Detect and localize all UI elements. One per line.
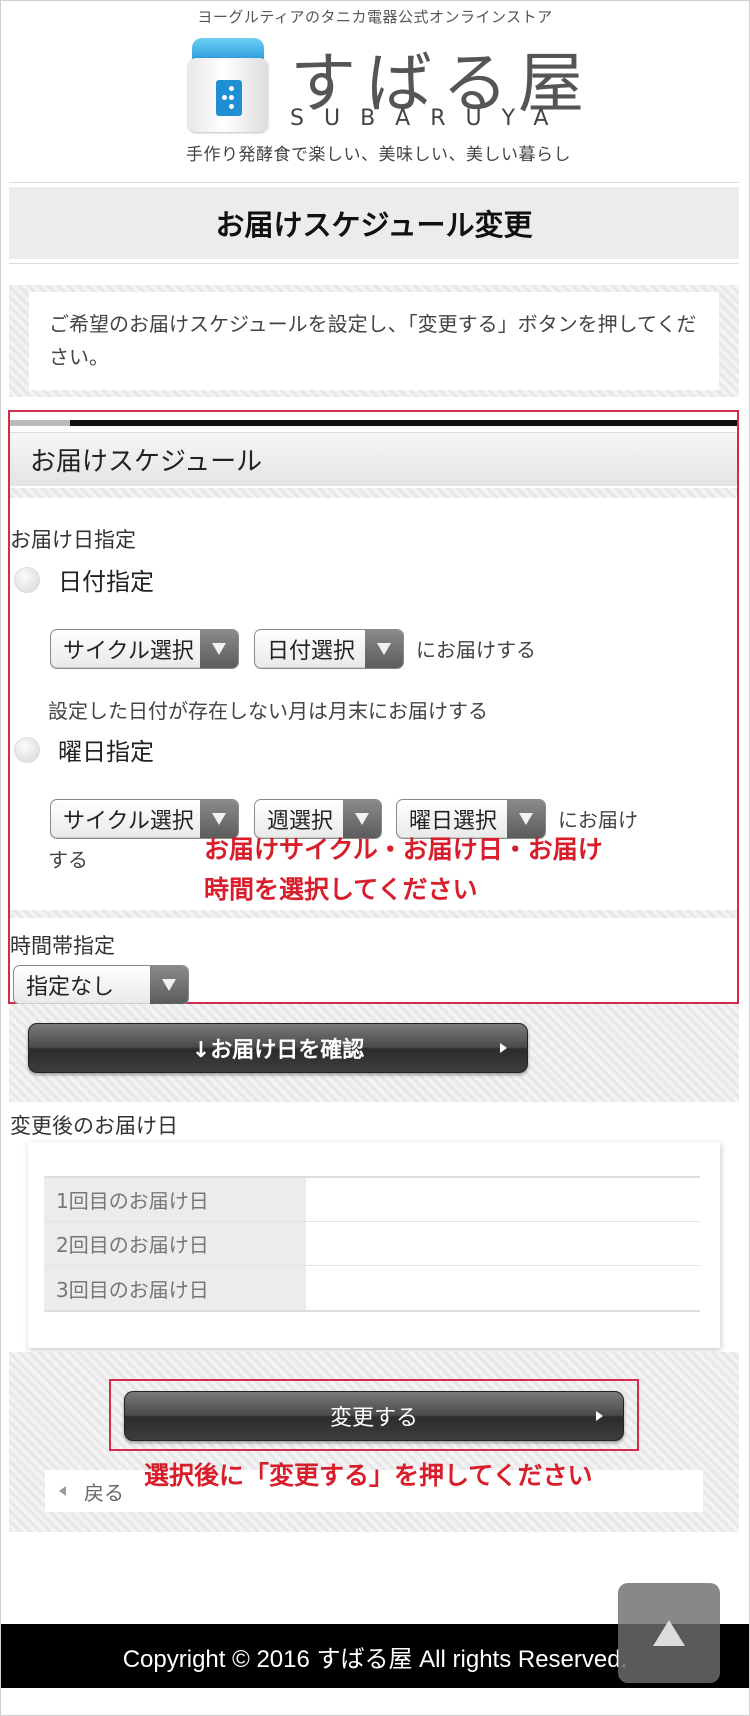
intro-panel: ご希望のお届けスケジュールを設定し、「変更する」ボタンを押してください。: [9, 285, 739, 397]
radio-button[interactable]: [14, 736, 40, 763]
date-suffix-text: にお届けする: [416, 638, 536, 662]
confirm-area: ↓お届け日を確認: [9, 1004, 739, 1102]
date-note-text: 設定した日付が存在しない月は月末にお届けする: [48, 699, 488, 723]
chevron-down-icon: [365, 630, 403, 668]
yogurt-jar-logo-icon[interactable]: [188, 38, 268, 132]
dates-table: 1回目のお届け日 2回目のお届け日 3回目のお届け日: [44, 1176, 700, 1312]
logo-slogan: 手作り発酵食で楽しい、美味しい、美しい暮らし: [186, 145, 571, 165]
cycle-select-date[interactable]: サイクル選択: [50, 629, 239, 669]
weekday-suffix-text-2: する: [48, 848, 88, 872]
time-select[interactable]: 指定なし: [13, 965, 189, 1005]
intro-text: ご希望のお届けスケジュールを設定し、「変更する」ボタンを押してください。: [29, 292, 719, 390]
right-triangle-icon: [500, 1043, 507, 1053]
annotation-select-hint-2: 時間を選択してください: [204, 876, 478, 904]
store-tagline: ヨーグルティアのタニカ電器公式オンラインストア: [197, 8, 553, 26]
weekday-suffix-text: にお届け: [558, 808, 638, 832]
select-value: 指定なし: [26, 975, 115, 1000]
divider: [9, 182, 739, 183]
select-value: サイクル選択: [63, 809, 194, 834]
divider: [10, 488, 737, 498]
radio-weekday-label: 曜日指定: [58, 738, 154, 766]
schedule-heading: お届けスケジュール: [10, 432, 737, 486]
divider: [9, 263, 739, 264]
divider: [10, 910, 737, 918]
back-link-label: 戻る: [84, 1480, 124, 1505]
annotation-select-hint: お届けサイクル・お届け日・お届け: [204, 836, 603, 864]
radio-date-option[interactable]: 日付指定: [14, 562, 154, 597]
schedule-section: お届けスケジュール お届け日指定 日付指定 サイクル選択 日付選択 にお届けする…: [8, 410, 739, 1005]
dates-card: 1回目のお届け日 2回目のお届け日 3回目のお届け日: [28, 1142, 720, 1348]
up-triangle-icon[interactable]: [618, 1583, 720, 1683]
select-value: サイクル選択: [63, 639, 194, 664]
row-header: 3回目のお届け日: [44, 1266, 306, 1310]
table-row: 3回目のお届け日: [44, 1266, 700, 1310]
page-title: お届けスケジュール変更: [9, 187, 739, 259]
confirm-dates-button[interactable]: ↓お届け日を確認: [28, 1023, 528, 1073]
row-header: 1回目のお届け日: [44, 1178, 306, 1221]
annotation-change-hint: 選択後に「変更する」を押してください: [144, 1462, 593, 1490]
button-label: 変更する: [329, 1406, 418, 1431]
table-row: 1回目のお届け日: [44, 1178, 700, 1222]
button-label: ↓お届け日を確認: [191, 1038, 365, 1063]
radio-date-label: 日付指定: [58, 568, 154, 596]
radio-button[interactable]: [14, 566, 40, 593]
radio-weekday-option[interactable]: 曜日指定: [14, 732, 154, 767]
select-value: 日付選択: [267, 639, 356, 664]
row-value: [306, 1222, 700, 1265]
left-triangle-icon: [59, 1486, 66, 1496]
row-value: [306, 1178, 700, 1221]
logo-roman: SUBARUYA: [290, 106, 569, 131]
section-rule: [10, 420, 737, 426]
change-button[interactable]: 変更する: [124, 1391, 624, 1441]
after-change-label: 変更後のお届け日: [10, 1114, 178, 1138]
row-value: [306, 1266, 700, 1310]
right-triangle-icon: [596, 1411, 603, 1421]
table-row: 2回目のお届け日: [44, 1222, 700, 1266]
delivery-day-label: お届け日指定: [10, 528, 136, 552]
time-label: 時間帯指定: [10, 934, 115, 958]
chevron-down-icon: [150, 966, 188, 1004]
date-select[interactable]: 日付選択: [254, 629, 404, 669]
chevron-down-icon: [200, 630, 238, 668]
row-header: 2回目のお届け日: [44, 1222, 306, 1265]
